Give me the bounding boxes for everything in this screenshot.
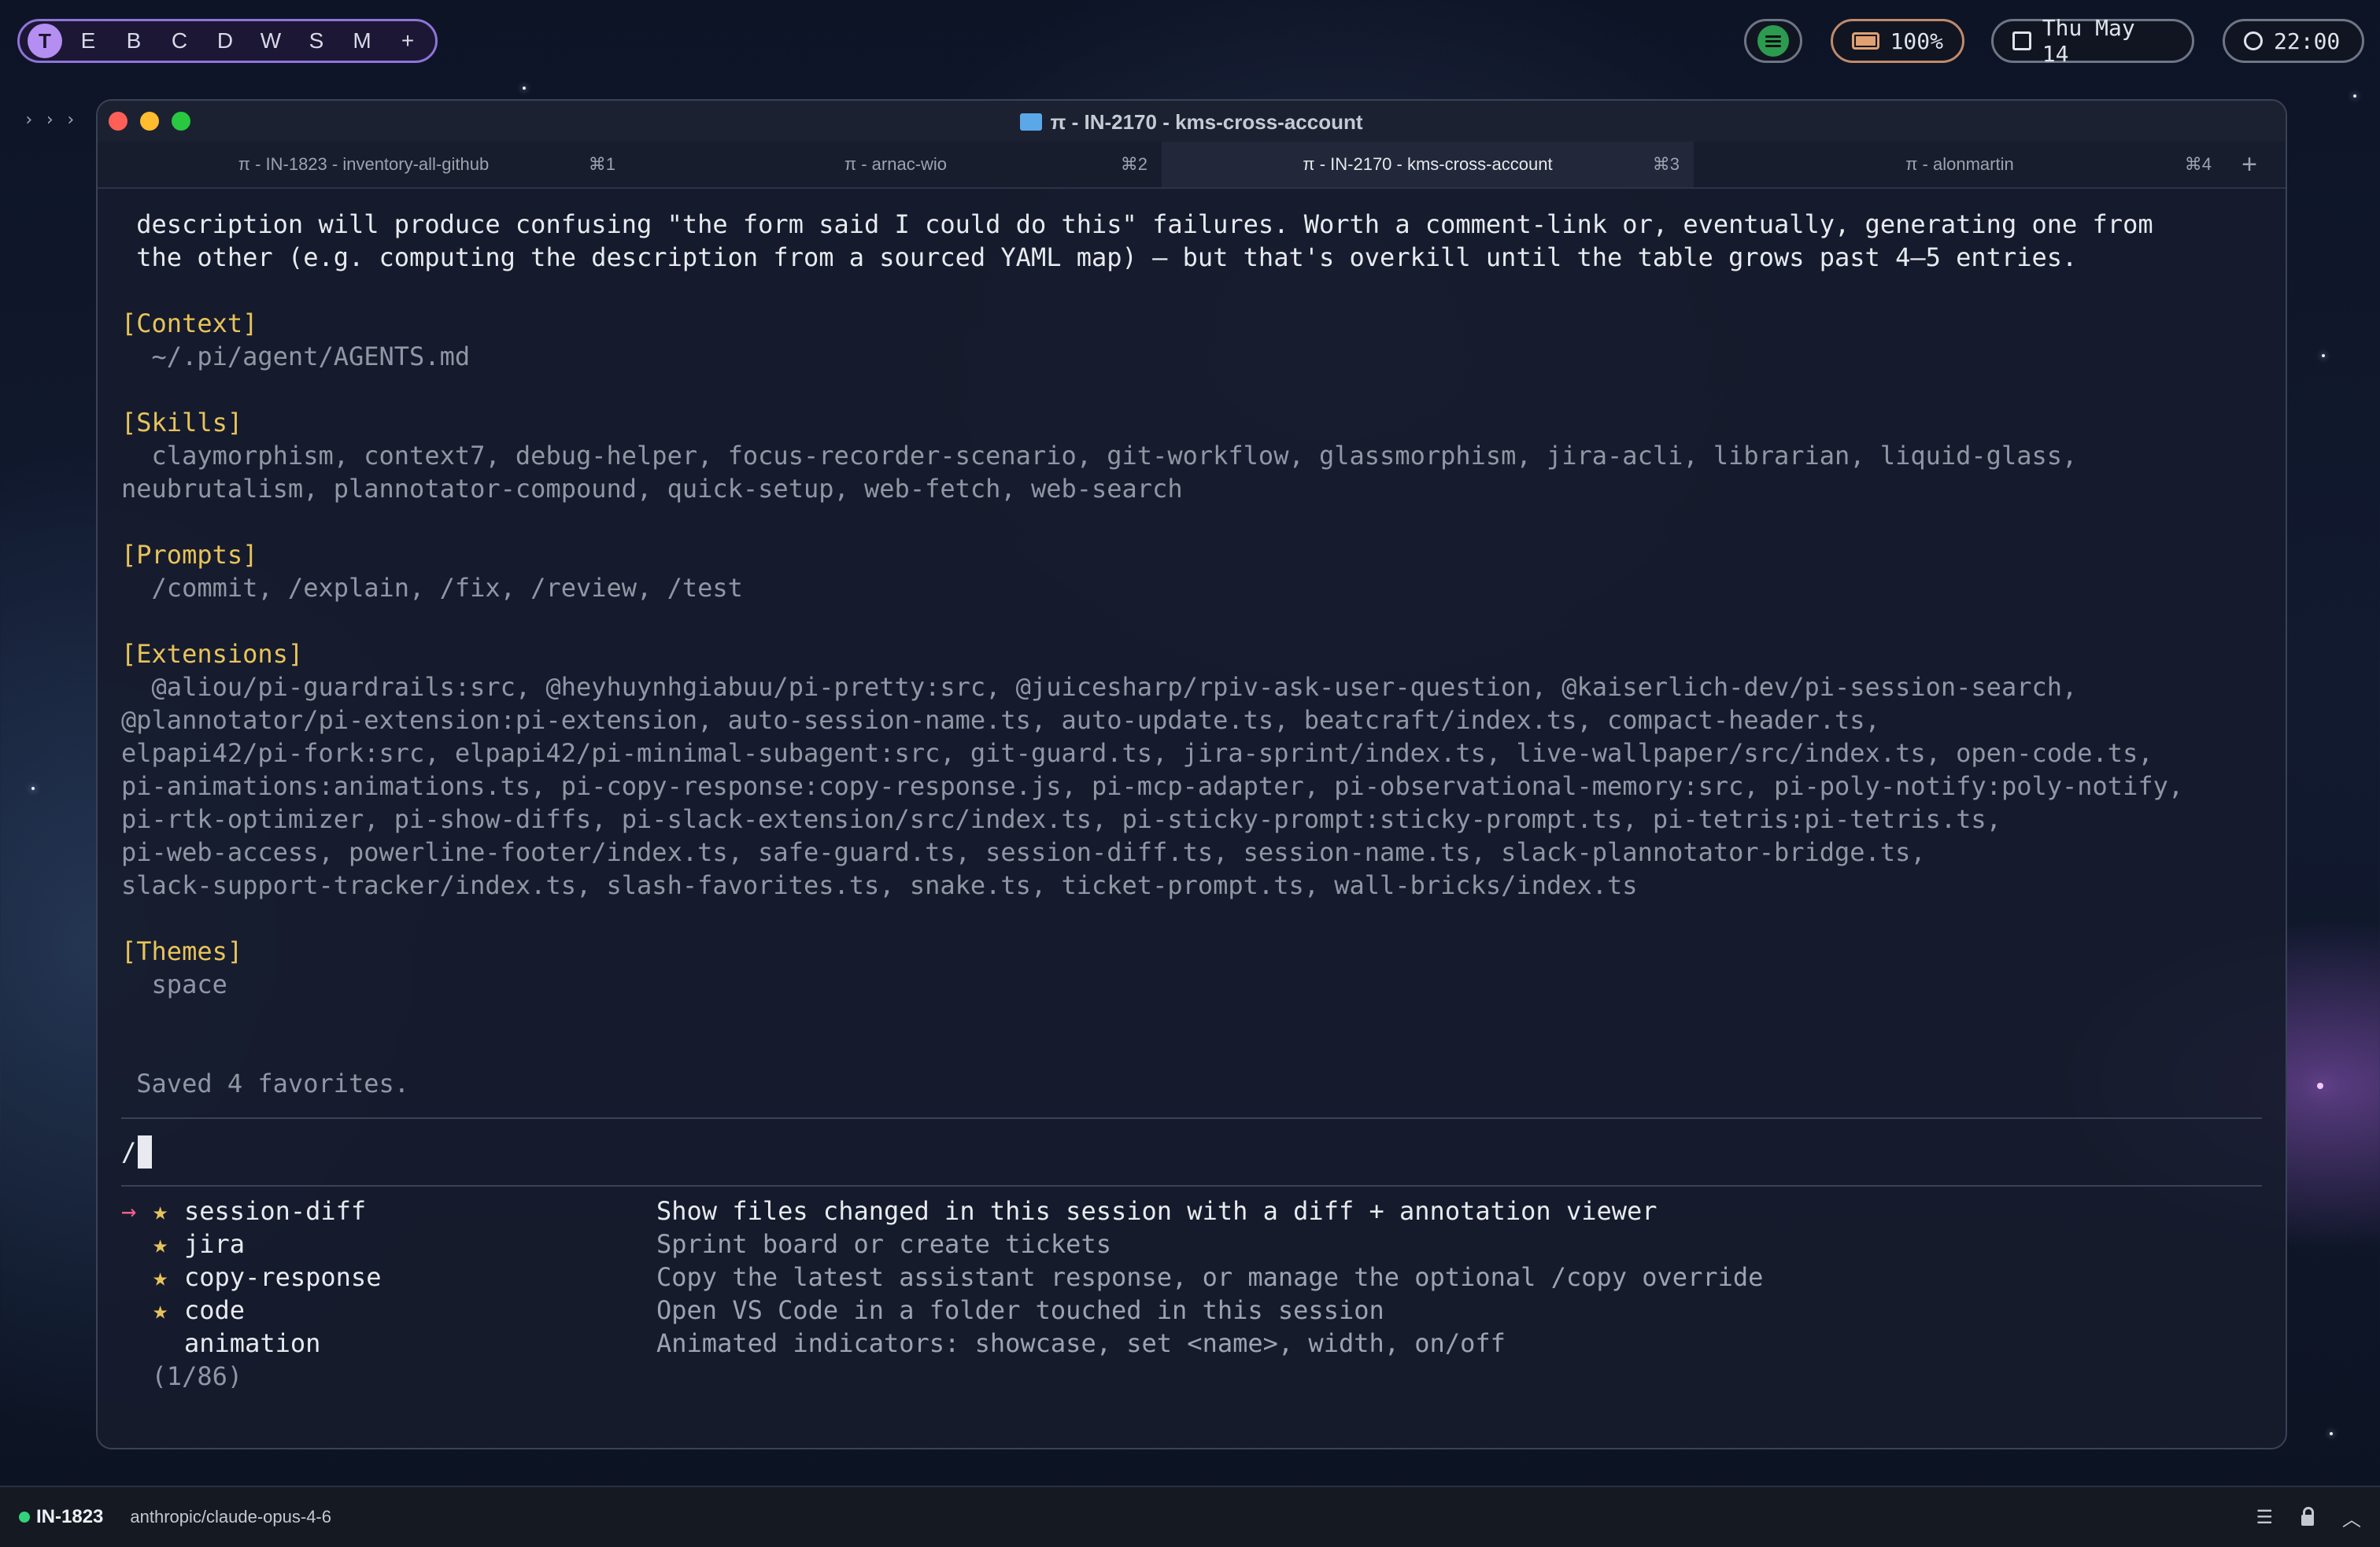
terminal-output: description will produce confusing "the … — [121, 208, 2262, 1393]
tab-1[interactable]: π - IN-1823 - inventory-all-github ⌘1 — [98, 142, 630, 187]
favorite-star-icon: ★ — [153, 1295, 168, 1325]
prompts-line: /commit, /explain, /fix, /review, /test — [121, 573, 743, 603]
tab-label: π - arnac-wio — [844, 154, 948, 174]
time-label: 22:00 — [2274, 28, 2341, 54]
star-decoration — [31, 787, 35, 790]
lock-icon[interactable] — [2301, 1507, 2314, 1526]
tab-shortcut: ⌘1 — [588, 154, 615, 174]
calendar-icon — [2012, 31, 2031, 50]
command-description: Copy the latest assistant response, or m… — [656, 1262, 1764, 1292]
extensions-line: pi-rtk-optimizer, pi-show-diffs, pi-slac… — [121, 804, 2001, 834]
battery-icon — [1852, 32, 1879, 50]
tab-2[interactable]: π - arnac-wio ⌘2 — [630, 142, 1162, 187]
section-header-prompts: [Prompts] — [121, 540, 258, 570]
tab-shortcut: ⌘4 — [2184, 154, 2212, 174]
new-tab-button[interactable]: + — [2226, 142, 2273, 187]
themes-line: space — [121, 969, 227, 999]
command-description: Animated indicators: showcase, set <name… — [656, 1328, 1506, 1358]
workspace-d[interactable]: D — [205, 28, 245, 54]
status-message: Saved 4 favorites. — [121, 1069, 410, 1098]
battery-level: 100% — [1890, 28, 1943, 54]
battery-widget[interactable]: 100% — [1831, 19, 1964, 63]
command-item-copy-response[interactable]: ★ copy-response Copy the latest assistan… — [121, 1261, 2262, 1294]
model-label[interactable]: anthropic/claude-opus-4-6 — [130, 1507, 331, 1527]
workspace-switcher: T E B C D W S M + — [17, 19, 438, 63]
command-name: copy-response — [184, 1262, 382, 1292]
command-description: Show files changed in this session with … — [656, 1196, 1658, 1226]
date-label: Thu May 14 — [2042, 15, 2135, 67]
favorite-star-icon: ★ — [153, 1196, 168, 1226]
section-header-extensions: [Extensions] — [121, 639, 304, 669]
result-counter: (1/86) — [121, 1361, 243, 1391]
section-header-skills: [Skills] — [121, 408, 243, 438]
command-item-jira[interactable]: ★ jira Sprint board or create tickets — [121, 1228, 2262, 1261]
clock-icon — [2244, 31, 2263, 50]
workspace-c[interactable]: C — [160, 28, 199, 54]
selection-arrow-icon: → — [121, 1196, 137, 1226]
command-item-animation[interactable]: animation Animated indicators: showcase,… — [121, 1327, 2262, 1360]
window-title: π - IN-2170 - kms-cross-account — [98, 110, 2286, 135]
context-line: ~/.pi/agent/AGENTS.md — [121, 342, 471, 371]
star-decoration — [2353, 94, 2356, 98]
input-value: / — [121, 1137, 137, 1167]
extensions-line: slack-support-tracker/index.ts, slash-fa… — [121, 870, 1638, 900]
spotify-widget[interactable] — [1744, 19, 1802, 63]
output-line: description will produce confusing "the … — [121, 209, 2153, 239]
tab-shortcut: ⌘3 — [1652, 154, 1680, 174]
status-bar: IN-1823 anthropic/claude-opus-4-6 ☰ ︿ — [0, 1486, 2380, 1547]
workspace-s[interactable]: S — [297, 28, 336, 54]
command-description: Open VS Code in a folder touched in this… — [656, 1295, 1384, 1325]
add-workspace-button[interactable]: + — [388, 28, 427, 54]
extensions-line: @plannotator/pi-extension:pi-extension, … — [121, 705, 1880, 735]
tab-bar: π - IN-1823 - inventory-all-github ⌘1 π … — [98, 142, 2286, 189]
skills-line: neubrutalism, plannotator-compound, quic… — [121, 474, 1183, 504]
clock-widget[interactable]: 22:00 — [2223, 19, 2364, 63]
status-indicator-icon — [19, 1512, 30, 1523]
star-decoration — [2317, 1083, 2323, 1089]
tab-3[interactable]: π - IN-2170 - kms-cross-account ⌘3 — [1162, 142, 1694, 187]
section-header-context: [Context] — [121, 308, 258, 338]
folder-icon — [1020, 113, 1043, 131]
extensions-line: @aliou/pi-guardrails:src, @heyhuynhgiabu… — [121, 672, 2078, 702]
star-decoration — [523, 87, 526, 90]
command-name: animation — [184, 1328, 321, 1358]
text-cursor — [138, 1135, 153, 1169]
command-item-session-diff[interactable]: → ★ session-diff Show files changed in t… — [121, 1194, 2262, 1228]
star-decoration — [2322, 354, 2325, 357]
workspace-m[interactable]: M — [342, 28, 382, 54]
window-titlebar[interactable]: π - IN-2170 - kms-cross-account — [98, 101, 2286, 142]
ticket-label[interactable]: IN-1823 — [36, 1506, 103, 1528]
favorite-star-icon: ★ — [153, 1229, 168, 1259]
section-header-themes: [Themes] — [121, 936, 243, 966]
command-name: session-diff — [184, 1196, 367, 1226]
list-icon[interactable]: ☰ — [2256, 1506, 2273, 1529]
extensions-line: elpapi42/pi-fork:src, elpapi42/pi-minima… — [121, 738, 2153, 768]
favorite-star-icon: ★ — [153, 1262, 168, 1292]
workspace-b[interactable]: B — [114, 28, 153, 54]
output-line: the other (e.g. computing the descriptio… — [121, 242, 2078, 272]
spotify-icon — [1757, 25, 1789, 57]
tab-shortcut: ⌘2 — [1120, 154, 1148, 174]
command-name: code — [184, 1295, 246, 1325]
tab-label: π - IN-1823 - inventory-all-github — [238, 154, 490, 174]
tab-4[interactable]: π - alonmartin ⌘4 — [1694, 142, 2226, 187]
sidebar-toggle[interactable]: › › › — [24, 110, 76, 130]
skills-line: claymorphism, context7, debug-helper, fo… — [121, 441, 2078, 471]
tab-label: π - IN-2170 - kms-cross-account — [1303, 154, 1553, 174]
date-widget[interactable]: Thu May 14 — [1991, 15, 2194, 67]
extensions-line: pi-animations:animations.ts, pi-copy-res… — [121, 771, 2184, 801]
workspace-t[interactable]: T — [28, 24, 62, 58]
command-input[interactable]: / — [121, 1119, 2262, 1185]
command-name: jira — [184, 1229, 246, 1259]
command-item-code[interactable]: ★ code Open VS Code in a folder touched … — [121, 1294, 2262, 1327]
workspace-w[interactable]: W — [251, 28, 290, 54]
extensions-line: pi-web-access, powerline-footer/index.ts… — [121, 837, 1926, 867]
status-icons: ☰ ︿ — [2256, 1504, 2361, 1531]
chevron-up-icon[interactable]: ︿ — [2342, 1504, 2361, 1531]
workspace-e[interactable]: E — [68, 28, 108, 54]
tab-label: π - alonmartin — [1905, 154, 2014, 174]
terminal-window: π - IN-2170 - kms-cross-account π - IN-1… — [96, 99, 2287, 1449]
star-decoration — [2330, 1432, 2333, 1435]
command-description: Sprint board or create tickets — [656, 1229, 1111, 1259]
